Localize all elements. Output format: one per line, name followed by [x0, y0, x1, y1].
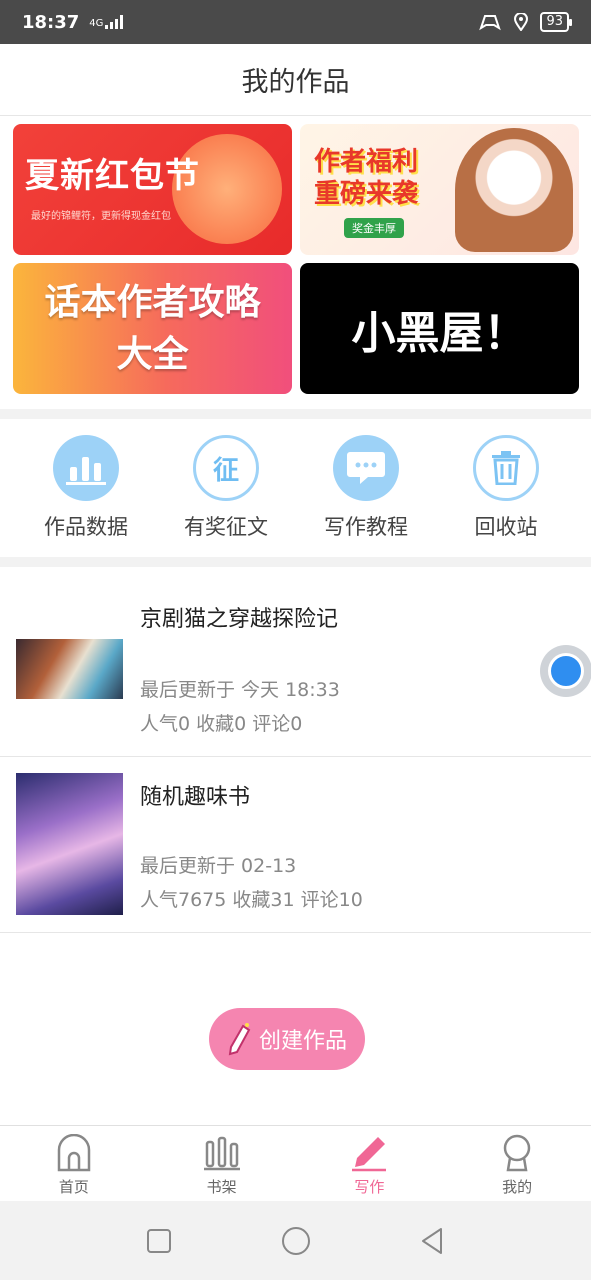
- floating-assist-button[interactable]: [540, 645, 591, 697]
- page-title: 我的作品: [241, 67, 350, 98]
- work-stats: 人气7675 收藏31 评论10: [140, 889, 363, 911]
- banner-title-line1: 话本作者攻略: [44, 281, 261, 323]
- tool-writing-tutorial[interactable]: 写作教程: [296, 419, 436, 557]
- section-divider: [0, 557, 591, 567]
- create-work-label: 创建作品: [258, 1029, 347, 1054]
- work-cover-image: [16, 773, 123, 915]
- chat-bubble-icon: [333, 435, 399, 501]
- work-title: 京剧猫之穿越探险记: [140, 607, 339, 632]
- page-header: 我的作品: [0, 44, 591, 116]
- banner-tag: 奖金丰厚: [344, 218, 404, 238]
- anime-girl-illustration: [455, 128, 573, 252]
- banner-author-benefits[interactable]: 作者福利 重磅来袭 奖金丰厚: [300, 124, 579, 255]
- banner-title-line2: 重磅来袭: [314, 179, 419, 209]
- zheng-badge-icon: 征: [193, 435, 259, 501]
- tab-write[interactable]: 写作: [296, 1126, 444, 1201]
- banner-title-line1: 作者福利: [314, 147, 419, 177]
- banner-subtitle: 最好的锦鲤符，更新得现金红包: [31, 211, 171, 222]
- tool-label: 回收站: [474, 515, 538, 539]
- status-time: 18:37: [22, 11, 80, 33]
- banner-title: 作者福利 重磅来袭: [314, 146, 418, 210]
- work-title: 随机趣味书: [140, 785, 251, 810]
- network-label: 4G: [89, 18, 104, 29]
- tool-label: 有奖征文: [184, 515, 268, 539]
- create-work-button[interactable]: 创建作品: [209, 1008, 365, 1070]
- game-controller-icon: [479, 15, 502, 31]
- tool-writing-contest[interactable]: 征 有奖征文: [156, 419, 296, 557]
- banner-author-guide[interactable]: 话本作者攻略 大全: [13, 263, 292, 394]
- banner-red-envelope[interactable]: 夏新红包节 最好的锦鲤符，更新得现金红包: [13, 124, 292, 255]
- section-divider: [0, 409, 591, 419]
- work-list-item[interactable]: 随机趣味书 最后更新于 02-13 人气7675 收藏31 评论10: [0, 757, 591, 933]
- tab-label: 写作: [354, 1178, 385, 1196]
- work-stats: 人气0 收藏0 评论0: [140, 713, 303, 735]
- battery-indicator: 93: [540, 12, 572, 32]
- profile-icon: [503, 1134, 531, 1172]
- zheng-glyph: 征: [212, 455, 239, 486]
- system-nav-bar: [0, 1201, 591, 1280]
- tab-bookshelf[interactable]: 书架: [148, 1126, 296, 1201]
- pencil-icon: [228, 1023, 251, 1056]
- work-cover-image: [16, 639, 123, 699]
- banner-title: 话本作者攻略 大全: [44, 277, 260, 381]
- recent-apps-icon[interactable]: [143, 1225, 175, 1257]
- home-circle-icon[interactable]: [280, 1225, 312, 1257]
- bookshelf-icon: [203, 1136, 240, 1171]
- banner-title: 夏新红包节: [25, 156, 200, 196]
- work-updated: 最后更新于 02-13: [140, 855, 297, 877]
- signal-icon: 4G: [89, 15, 124, 29]
- tool-label: 写作教程: [324, 515, 408, 539]
- banner-blackroom[interactable]: 小黑屋！: [300, 263, 579, 394]
- tool-recycle-bin[interactable]: 回收站: [436, 419, 576, 557]
- tab-label: 首页: [58, 1178, 89, 1196]
- tool-grid: 作品数据 征 有奖征文 写作教程 回收站: [0, 419, 591, 557]
- tab-home[interactable]: 首页: [0, 1126, 148, 1201]
- tool-work-data[interactable]: 作品数据: [16, 419, 156, 557]
- tool-label: 作品数据: [44, 515, 128, 539]
- tab-label: 书架: [206, 1178, 237, 1196]
- assist-dot-icon: [548, 653, 584, 689]
- location-icon: [514, 13, 529, 31]
- banner-title: 小黑屋！: [351, 307, 528, 359]
- tab-profile[interactable]: 我的: [443, 1126, 591, 1201]
- tab-label: 我的: [502, 1178, 533, 1196]
- bar-chart-icon: [53, 435, 119, 501]
- work-updated: 最后更新于 今天 18:33: [140, 679, 340, 701]
- work-list-item[interactable]: 京剧猫之穿越探险记 最后更新于 今天 18:33 人气0 收藏0 评论0: [0, 567, 591, 757]
- pencil-icon: [352, 1137, 387, 1172]
- bottom-tab-bar: 首页 书架 写作 我的: [0, 1125, 591, 1201]
- banner-title-line2: 大全: [116, 333, 189, 375]
- trash-icon: [473, 435, 539, 501]
- home-icon: [57, 1134, 91, 1172]
- status-bar: 18:37 4G 93: [0, 0, 591, 44]
- back-triangle-icon[interactable]: [417, 1225, 449, 1257]
